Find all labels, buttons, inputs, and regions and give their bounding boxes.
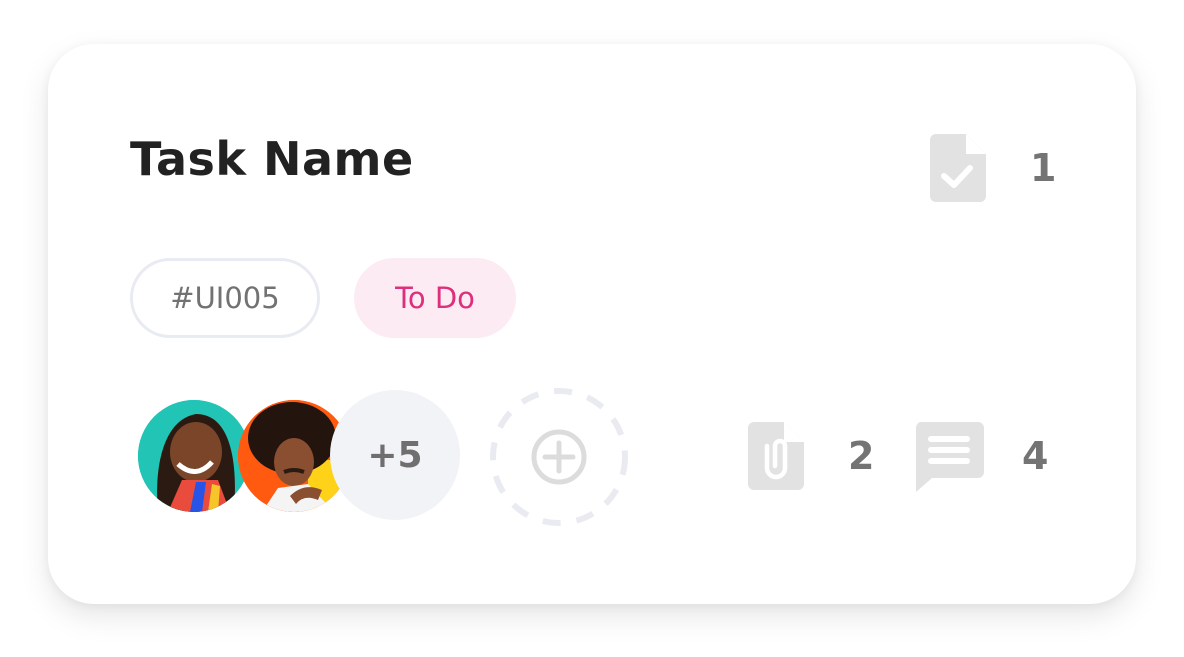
comment-icon [915,422,984,492]
more-assignees-button[interactable]: +5 [330,390,460,520]
attachments-count: 2 [848,434,875,478]
assignee-avatar[interactable] [138,400,250,512]
task-card[interactable]: Task Name 1 #UI005 To Do +5 2 4 [48,44,1136,604]
task-id-badge: #UI005 [130,258,320,338]
subtasks-count: 1 [1030,146,1057,190]
add-circle-icon [531,429,587,485]
comments-count: 4 [1022,434,1049,478]
add-assignee-button[interactable] [489,387,629,527]
document-paperclip-icon [748,422,804,490]
status-badge[interactable]: To Do [354,258,516,338]
document-check-icon [930,134,986,202]
task-title: Task Name [130,132,414,186]
avatar-image [138,400,250,512]
